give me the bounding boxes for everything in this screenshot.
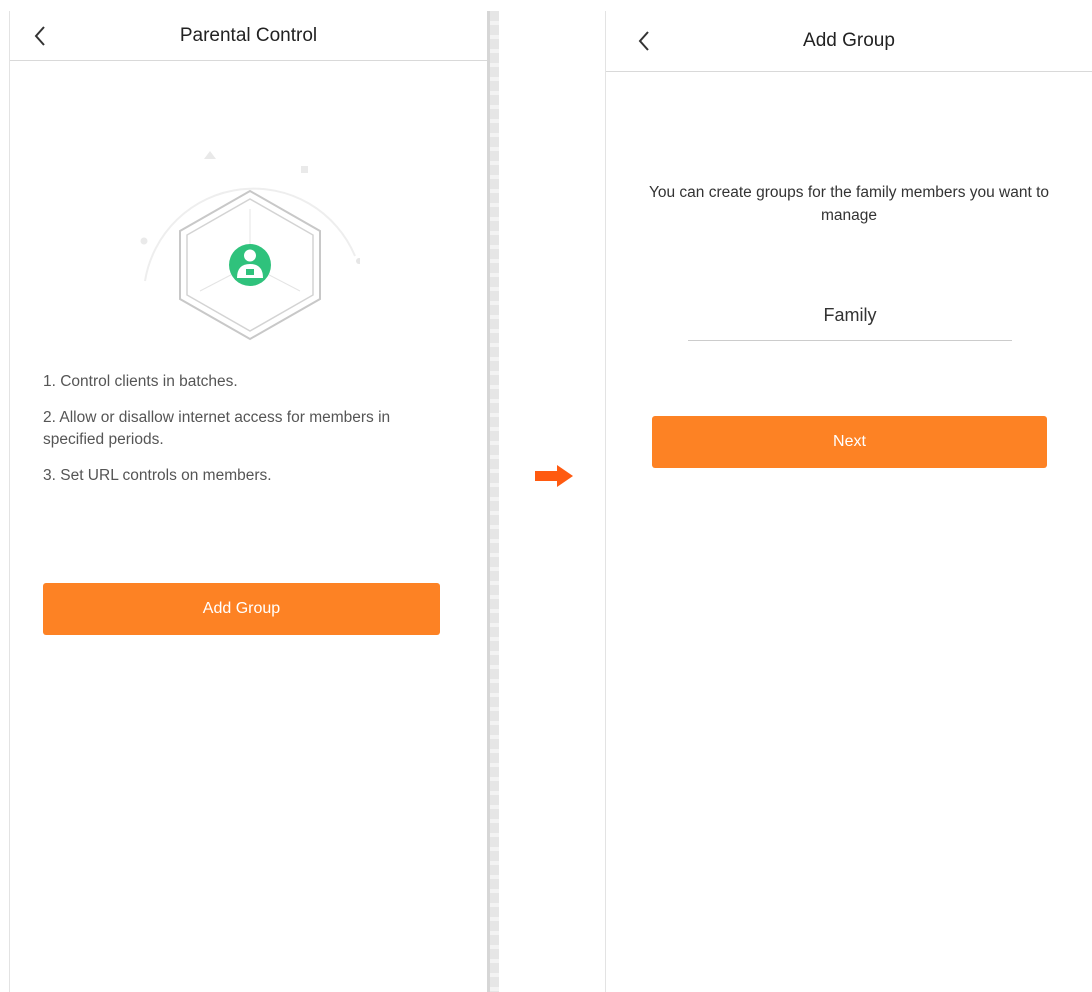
user-badge-icon [229,244,271,286]
navigation-bar: Parental Control [10,11,487,61]
screen-divider [487,11,499,992]
parental-control-screen: Parental Control 1. Control clients in b… [9,11,487,992]
add-group-button[interactable]: Add Group [43,583,440,635]
feature-item: 3. Set URL controls on members. [43,467,272,484]
next-button[interactable]: Next [652,416,1047,468]
feature-item: 2. Allow or disallow internet access for… [43,409,391,448]
parental-control-illustration [140,151,360,341]
navigation-bar: Add Group [606,11,1092,72]
group-name-input[interactable]: Family [688,291,1012,341]
page-title: Add Group [803,30,895,51]
instruction-text: You can create groups for the family mem… [648,184,1050,224]
feature-list: 1. Control clients in batches. 2. Allow … [43,371,453,501]
feature-item: 1. Control clients in batches. [43,373,238,390]
arrow-right-icon [535,465,573,487]
page-title: Parental Control [179,24,318,46]
add-group-screen: Add Group You can create groups for the … [605,11,1092,992]
